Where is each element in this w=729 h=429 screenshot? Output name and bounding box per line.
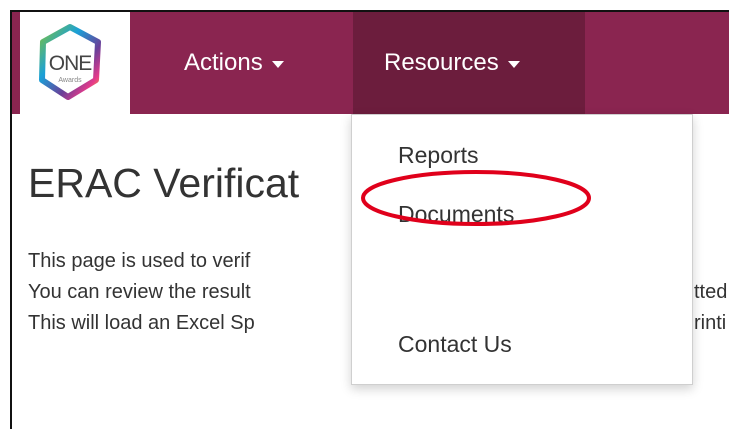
- browser-viewport: ONE Awards Actions Resources ERAC Verifi…: [10, 10, 729, 429]
- dropdown-item-contact-us[interactable]: Contact Us: [398, 331, 512, 358]
- resources-label: Resources: [384, 49, 499, 76]
- one-awards-logo: ONE Awards: [34, 22, 106, 102]
- clipped-text-fragment: tted: [694, 281, 728, 303]
- caret-down-icon: [507, 61, 520, 68]
- page-title: ERAC Verificat: [28, 160, 300, 206]
- logo-tab[interactable]: ONE Awards: [20, 12, 130, 114]
- logo-text: ONE: [48, 52, 93, 75]
- resources-dropdown: Reports Documents Contact Us: [351, 114, 693, 385]
- actions-label: Actions: [184, 49, 263, 76]
- dropdown-item-documents[interactable]: Documents: [398, 201, 514, 228]
- resources-menu[interactable]: Resources: [353, 12, 585, 114]
- caret-down-icon: [271, 61, 284, 68]
- clipped-text-fragment: rinti: [694, 312, 727, 334]
- top-navbar: ONE Awards Actions Resources: [12, 12, 729, 114]
- actions-menu[interactable]: Actions: [184, 12, 284, 114]
- dropdown-item-reports[interactable]: Reports: [398, 142, 479, 169]
- logo-subtext: Awards: [58, 77, 82, 84]
- intro-text-line: This will load an Excel Sp: [28, 312, 255, 334]
- intro-text-line: You can review the result: [28, 281, 251, 303]
- intro-text-line: This page is used to verif: [28, 250, 251, 272]
